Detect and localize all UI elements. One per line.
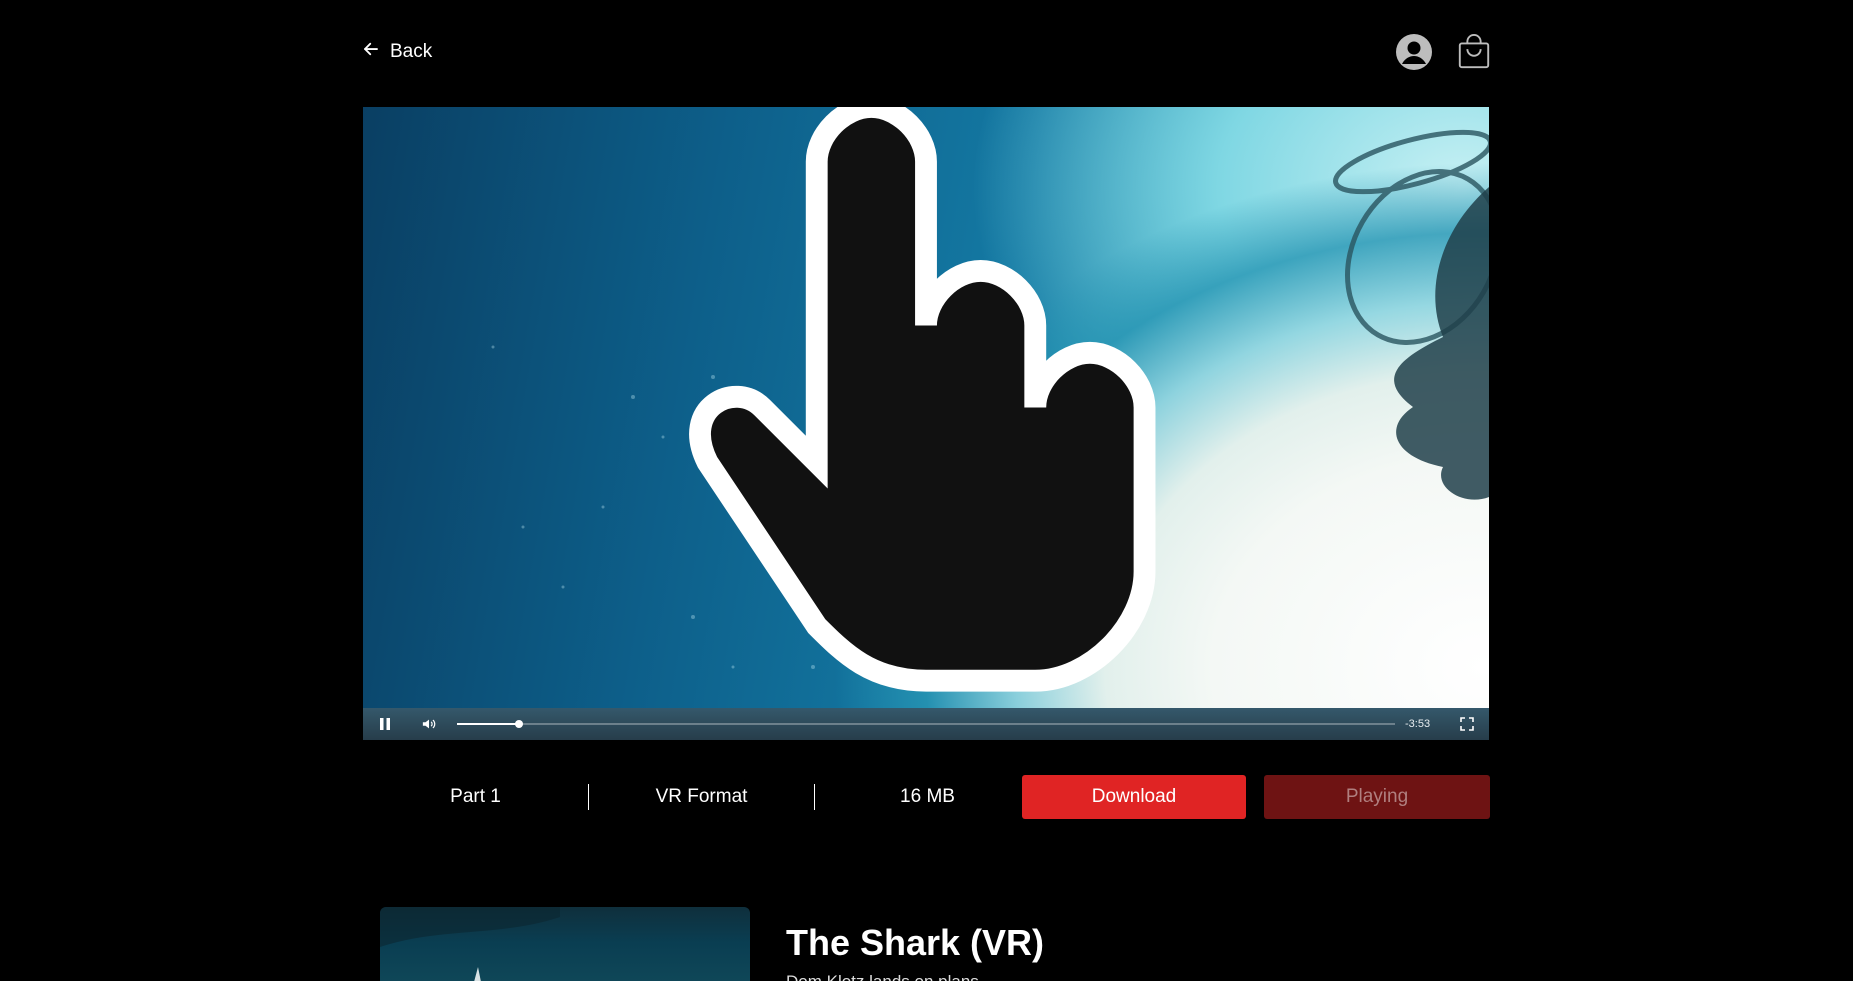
- fullscreen-icon[interactable]: [1445, 708, 1489, 740]
- progress-fill: [457, 723, 519, 725]
- page: Back -3:53 Part 1 VR Format 16 MB Downlo…: [0, 0, 1853, 981]
- back-link[interactable]: Back: [362, 40, 432, 64]
- video-frame[interactable]: [363, 107, 1489, 708]
- volume-icon[interactable]: [407, 708, 451, 740]
- shark-thumbnail-image: [380, 907, 560, 981]
- progress-thumb[interactable]: [514, 720, 523, 728]
- time-remaining: -3:53: [1405, 718, 1431, 730]
- playing-button[interactable]: Playing: [1264, 775, 1490, 819]
- back-label: Back: [390, 41, 433, 62]
- pause-icon[interactable]: [363, 708, 407, 740]
- format-label: VR Format: [655, 786, 748, 807]
- video-controls: -3:53: [363, 708, 1489, 740]
- hand-cursor-icon: [689, 107, 1156, 692]
- video-description: Dom Klotz lands on plans: [786, 972, 979, 981]
- progress-slider[interactable]: [457, 708, 1395, 740]
- video-player[interactable]: -3:53: [363, 107, 1489, 740]
- video-thumbnail[interactable]: [380, 907, 750, 981]
- user-account-icon[interactable]: [1395, 33, 1433, 71]
- video-info-bar: Part 1 VR Format 16 MB Download Playing: [363, 775, 1490, 819]
- download-button[interactable]: Download: [1022, 775, 1246, 819]
- video-title: The Shark (VR): [786, 922, 1045, 963]
- size-label: 16 MB: [900, 786, 955, 807]
- shopping-bag-icon[interactable]: [1455, 33, 1493, 71]
- part-label: Part 1: [450, 786, 501, 807]
- progress-track: [457, 723, 1395, 725]
- header-actions: [1395, 33, 1493, 71]
- arrow-left-icon: [362, 40, 380, 64]
